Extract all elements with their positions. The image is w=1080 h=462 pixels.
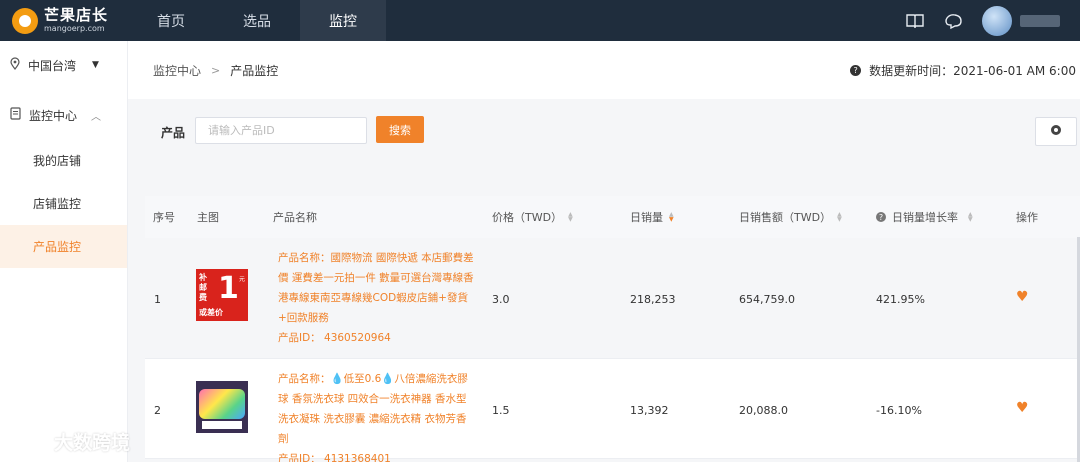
caret-down-icon: ▼ (92, 60, 99, 70)
user-avatar[interactable] (982, 5, 1012, 36)
growth-value: -16.10% (876, 404, 922, 417)
product-name-link[interactable]: 产品名称：💧低至0.6💧八倍濃縮洗衣膠球 香氛洗衣球 四效合一洗衣神器 香水型洗… (278, 369, 474, 449)
sidebar-item-shop-monitor[interactable]: 店铺监控 (0, 182, 127, 225)
sidebar-item-my-shops[interactable]: 我的店铺 (0, 139, 127, 182)
location-pin-icon (10, 57, 20, 73)
daily-sales-value: 13,392 (630, 404, 669, 417)
main-content: 监控中心 > 产品监控 ? 数据更新时间：2021-06-01 AM 6:00 … (128, 41, 1080, 462)
col-action: 操作 (1016, 211, 1038, 224)
product-thumbnail[interactable] (196, 381, 248, 433)
product-table: 序号 主图 产品名称 价格（TWD） ▲ ▼ 日销量 ▲ ▼ 日销售额（TWD） ▲… (145, 196, 1080, 462)
region-selector[interactable]: 中国台湾 ▼ (0, 41, 127, 89)
nav-monitor[interactable]: 监控 (300, 0, 386, 41)
thumb-text: 或差价 (199, 308, 223, 317)
update-time: 数据更新时间：2021-06-01 AM 6:00 (869, 63, 1076, 78)
chevron-right-icon: > (211, 63, 221, 77)
daily-sales-value: 218,253 (630, 293, 676, 306)
product-name-cell: 产品名称：國際物流 國際快遞 本店郵費差價 運費差一元拍一件 數量可選台灣專線香… (278, 248, 474, 348)
col-index: 序号 (153, 211, 175, 224)
brand-domain: mangoerp.com (44, 24, 105, 33)
watermark-text: 大数跨境 (54, 432, 131, 454)
price-value: 1.5 (492, 404, 510, 417)
thumb-text: 元 (238, 276, 245, 283)
price-value: 3.0 (492, 293, 510, 306)
settings-icon (1050, 124, 1062, 139)
brand-logo[interactable]: 芒果店长 mangoerp.com (0, 0, 128, 41)
product-filter-label: 产品 (161, 126, 186, 140)
thumb-text: 补邮费 (199, 273, 207, 302)
settings-button[interactable] (1035, 117, 1077, 146)
col-name: 产品名称 (273, 211, 317, 224)
watermark: 大数跨境 (8, 428, 130, 455)
table-row[interactable]: 2 产品名称：💧低至0.6💧八倍濃縮洗衣膠球 香氛洗衣球 四效合一洗衣神器 香水… (145, 359, 1080, 462)
search-button[interactable]: 搜索 (376, 116, 424, 143)
heart-icon[interactable]: ♥ (1016, 400, 1029, 416)
heart-icon[interactable]: ♥ (1016, 289, 1029, 305)
row-index: 1 (154, 293, 161, 306)
product-thumbnail[interactable]: 补邮费 1 元 或差价 (196, 269, 248, 321)
mango-logo-icon (12, 7, 38, 34)
col-image: 主图 (197, 211, 219, 224)
product-id-input[interactable] (195, 117, 367, 144)
daily-revenue-value: 654,759.0 (739, 293, 795, 306)
col-daily-revenue-label: 日销售额（TWD） (739, 211, 832, 224)
book-icon[interactable] (904, 10, 926, 32)
col-growth[interactable]: ? 日销量增长率 ▲ ▼ (876, 196, 973, 238)
breadcrumb: 监控中心 > 产品监控 ? 数据更新时间：2021-06-01 AM 6:00 (128, 41, 1080, 99)
table-header: 序号 主图 产品名称 价格（TWD） ▲ ▼ 日销量 ▲ ▼ 日销售额（TWD） ▲… (145, 196, 1080, 238)
document-icon (10, 107, 21, 123)
col-daily-sales-label: 日销量 (630, 211, 663, 224)
product-name-link[interactable]: 产品名称：國際物流 國際快遞 本店郵費差價 運費差一元拍一件 數量可選台灣專線香… (278, 248, 474, 328)
question-icon[interactable]: ? (850, 64, 862, 76)
sidebar-group-monitor-center[interactable]: 监控中心 ︿ (0, 91, 127, 139)
table-row[interactable]: 1 补邮费 1 元 或差价 产品名称：國際物流 國際快遞 本店郵費差價 運費差一… (145, 238, 1080, 359)
col-price[interactable]: 价格（TWD） ▲ ▼ (492, 196, 573, 238)
data-update-info: ? 数据更新时间：2021-06-01 AM 6:00 (850, 41, 1076, 99)
sort-icon: ▲ ▼ (837, 211, 842, 223)
col-growth-label: 日销量增长率 (892, 211, 958, 224)
chevron-up-icon: ︿ (91, 111, 102, 123)
sidebar: 中国台湾 ▼ 监控中心 ︿ 我的店铺 店铺监控 产品监控 (0, 41, 128, 462)
nav-selection[interactable]: 选品 (214, 0, 300, 41)
nav-home[interactable]: 首页 (128, 0, 214, 41)
product-id: 产品ID： 4131368401 (278, 453, 391, 462)
filter-panel: 产品 搜索 (145, 99, 1077, 177)
detergent-pods-image (199, 389, 245, 419)
thumb-text: 1 (218, 271, 239, 306)
region-label: 中国台湾 (28, 58, 77, 73)
main-nav: 首页 选品 监控 (128, 0, 386, 41)
breadcrumb-parent[interactable]: 监控中心 (153, 62, 201, 79)
sidebar-group-label: 监控中心 (29, 108, 78, 123)
product-name-cell: 产品名称：💧低至0.6💧八倍濃縮洗衣膠球 香氛洗衣球 四效合一洗衣神器 香水型洗… (278, 369, 474, 462)
breadcrumb-current: 产品监控 (230, 63, 279, 78)
col-price-label: 价格（TWD） (492, 211, 563, 224)
sort-desc-active-icon: ▲ ▼ (669, 211, 674, 223)
user-name-redacted[interactable] (1020, 14, 1060, 27)
daily-revenue-value: 20,088.0 (739, 404, 788, 417)
growth-value: 421.95% (876, 293, 925, 306)
question-icon[interactable]: ? (876, 212, 886, 222)
col-daily-revenue[interactable]: 日销售额（TWD） ▲ ▼ (739, 196, 842, 238)
sidebar-item-product-monitor[interactable]: 产品监控 (0, 225, 127, 268)
brand-name: 芒果店长 (44, 6, 109, 24)
row-index: 2 (154, 404, 161, 417)
sort-icon: ▲ ▼ (568, 211, 573, 223)
top-navbar: 芒果店长 mangoerp.com 首页 选品 监控 (0, 0, 1080, 41)
watermark-logo-icon (8, 429, 48, 454)
col-daily-sales[interactable]: 日销量 ▲ ▼ (630, 196, 674, 238)
chat-bubble-icon[interactable] (943, 10, 965, 32)
sort-icon: ▲ ▼ (968, 211, 973, 223)
product-id: 产品ID： 4360520964 (278, 332, 391, 344)
